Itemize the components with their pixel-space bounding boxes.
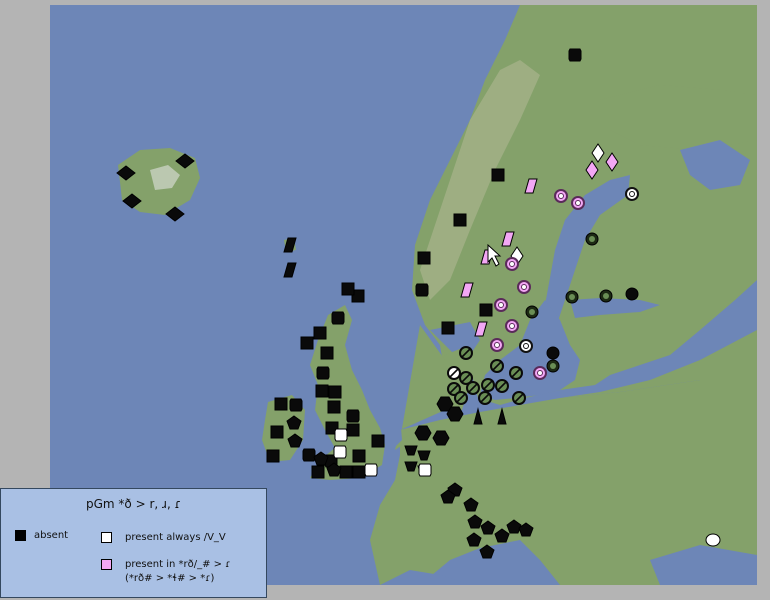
absent-marker xyxy=(346,423,360,437)
ring-pink-center xyxy=(494,342,500,348)
absent-marker xyxy=(417,251,431,265)
absent-marker xyxy=(327,400,341,414)
legend-label-absent: absent xyxy=(34,530,69,541)
absent-marker xyxy=(339,465,353,479)
absent-marker xyxy=(313,326,327,340)
present-always-marker xyxy=(364,463,378,477)
absent-marker xyxy=(546,346,560,360)
absent-marker xyxy=(302,448,316,462)
ring-pink-center xyxy=(537,370,543,376)
absent-marker xyxy=(328,385,342,399)
ring-dark-center xyxy=(529,309,535,315)
absent-marker xyxy=(479,303,493,317)
ring-pink-center xyxy=(558,193,564,199)
absent-marker xyxy=(270,425,284,439)
absent-marker xyxy=(415,283,429,297)
absent-marker xyxy=(352,465,366,479)
absent-marker xyxy=(331,311,345,325)
absent-marker xyxy=(491,168,505,182)
absent-marker xyxy=(568,48,582,62)
ring-dark-center xyxy=(603,293,609,299)
present-always-marker xyxy=(418,463,432,477)
legend-label-present-in-rdh: present in *rð/_# > ɾ xyxy=(125,559,231,570)
ring-pink-center xyxy=(575,200,581,206)
present-always-marker xyxy=(705,533,721,547)
absent-marker xyxy=(316,366,330,380)
absent-marker xyxy=(441,321,455,335)
absent-marker xyxy=(453,213,467,227)
absent-marker xyxy=(300,336,314,350)
ring-pink-center xyxy=(521,284,527,290)
absent-marker xyxy=(341,282,355,296)
ring-white-center xyxy=(629,191,635,197)
present-always-marker xyxy=(334,428,348,442)
absent-marker xyxy=(311,465,325,479)
absent-marker xyxy=(446,406,464,422)
legend-panel: pGm *ð > r, ɹ, ɾ absent present always /… xyxy=(0,488,267,598)
absent-marker xyxy=(432,430,450,446)
ring-pink-center xyxy=(509,323,515,329)
legend-swatch-present-always xyxy=(101,532,112,543)
present-always-marker xyxy=(333,445,347,459)
absent-marker xyxy=(274,397,288,411)
legend-swatch-present-in-rdh xyxy=(101,559,112,570)
legend-title: pGm *ð > r, ɹ, ɾ xyxy=(86,497,181,511)
ring-pink-center xyxy=(509,261,515,267)
absent-marker xyxy=(414,425,432,441)
absent-marker xyxy=(346,409,360,423)
absent-marker xyxy=(320,346,334,360)
map-screenshot: pGm *ð > r, ɹ, ɾ absent present always /… xyxy=(0,0,770,600)
absent-marker xyxy=(289,398,303,412)
absent-marker xyxy=(266,449,280,463)
ring-pink-center xyxy=(498,302,504,308)
absent-marker xyxy=(352,449,366,463)
absent-marker xyxy=(371,434,385,448)
ring-dark-center xyxy=(550,363,556,369)
absent-marker xyxy=(315,384,329,398)
ring-dark-center xyxy=(569,294,575,300)
ring-white-center xyxy=(523,343,529,349)
ring-dark-center xyxy=(589,236,595,242)
legend-label-present-always: present always /V_V xyxy=(125,532,226,543)
legend-swatch-absent xyxy=(15,530,26,541)
absent-marker xyxy=(625,287,639,301)
legend-sublabel-present-in-rdh: (*rð# > *ɬ# > *ɾ) xyxy=(125,573,215,584)
